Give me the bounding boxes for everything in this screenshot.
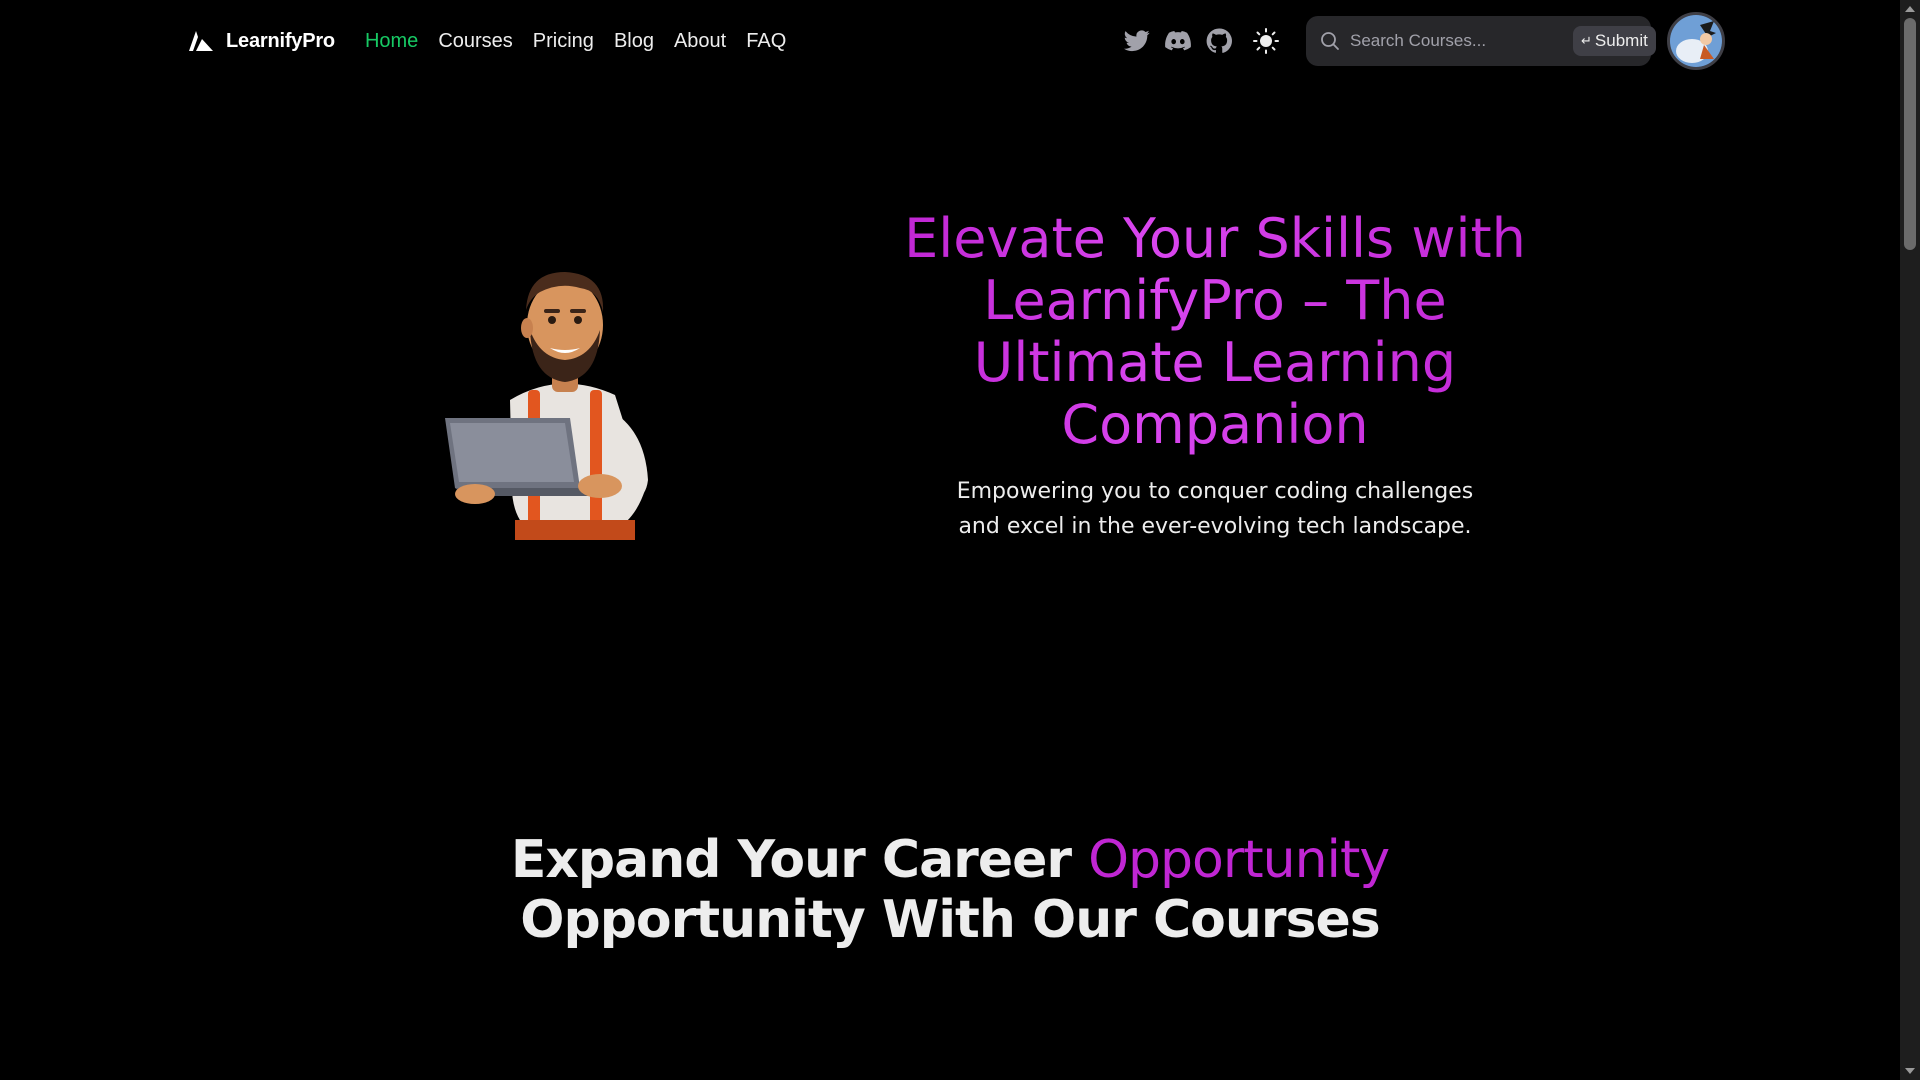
- submit-button[interactable]: ↵ Submit: [1573, 26, 1656, 56]
- search-input[interactable]: [1348, 23, 1573, 59]
- page-scrollbar[interactable]: [1900, 0, 1920, 1080]
- submit-label: Submit: [1594, 31, 1648, 50]
- section-title-part1: Expand Your Career: [510, 830, 1089, 890]
- search-icon: [1320, 30, 1340, 52]
- github-icon[interactable]: [1206, 28, 1232, 54]
- scroll-down-arrow-icon[interactable]: [1905, 1068, 1915, 1074]
- section-title: Expand Your Career Opportunity Opportunit…: [400, 830, 1500, 950]
- brand[interactable]: LearnifyPro: [188, 30, 335, 53]
- hero-subtitle: Empowering you to conquer coding challen…: [956, 479, 1474, 539]
- developer-with-laptop-illustration: [440, 250, 680, 540]
- page-viewport: LearnifyPro Home Courses Pricing Blog Ab…: [0, 0, 1900, 1080]
- discord-icon[interactable]: [1165, 28, 1191, 54]
- brand-name: LearnifyPro: [226, 29, 335, 52]
- scroll-up-arrow-icon[interactable]: [1905, 6, 1915, 12]
- section-title-accent: Opportunity: [1088, 830, 1390, 890]
- brand-logo-icon: [189, 31, 213, 51]
- navbar: LearnifyPro Home Courses Pricing Blog Ab…: [188, 10, 1725, 72]
- search-box: ↵ Submit: [1306, 16, 1656, 66]
- hero-text: Elevate Your Skills with LearnifyPro – T…: [900, 208, 1530, 544]
- nav-right: ↵ Submit: [1124, 12, 1725, 70]
- user-avatar[interactable]: [1667, 12, 1725, 70]
- nav-link-blog[interactable]: Blog: [614, 30, 654, 53]
- section-title-part2: Opportunity With Our Courses: [520, 890, 1380, 950]
- nav-link-pricing[interactable]: Pricing: [533, 30, 594, 53]
- sun-icon[interactable]: [1252, 27, 1280, 55]
- enter-icon: ↵: [1581, 33, 1592, 48]
- nav-link-about[interactable]: About: [674, 30, 726, 53]
- scroll-thumb[interactable]: [1904, 18, 1916, 250]
- nav-link-faq[interactable]: FAQ: [746, 30, 786, 53]
- hero-title: Elevate Your Skills with LearnifyPro – T…: [900, 208, 1530, 456]
- nav-links: Home Courses Pricing Blog About FAQ: [365, 30, 786, 53]
- social-links: [1124, 28, 1232, 54]
- nav-link-home[interactable]: Home: [365, 30, 418, 53]
- nav-link-courses[interactable]: Courses: [438, 30, 512, 53]
- twitter-icon[interactable]: [1124, 28, 1150, 54]
